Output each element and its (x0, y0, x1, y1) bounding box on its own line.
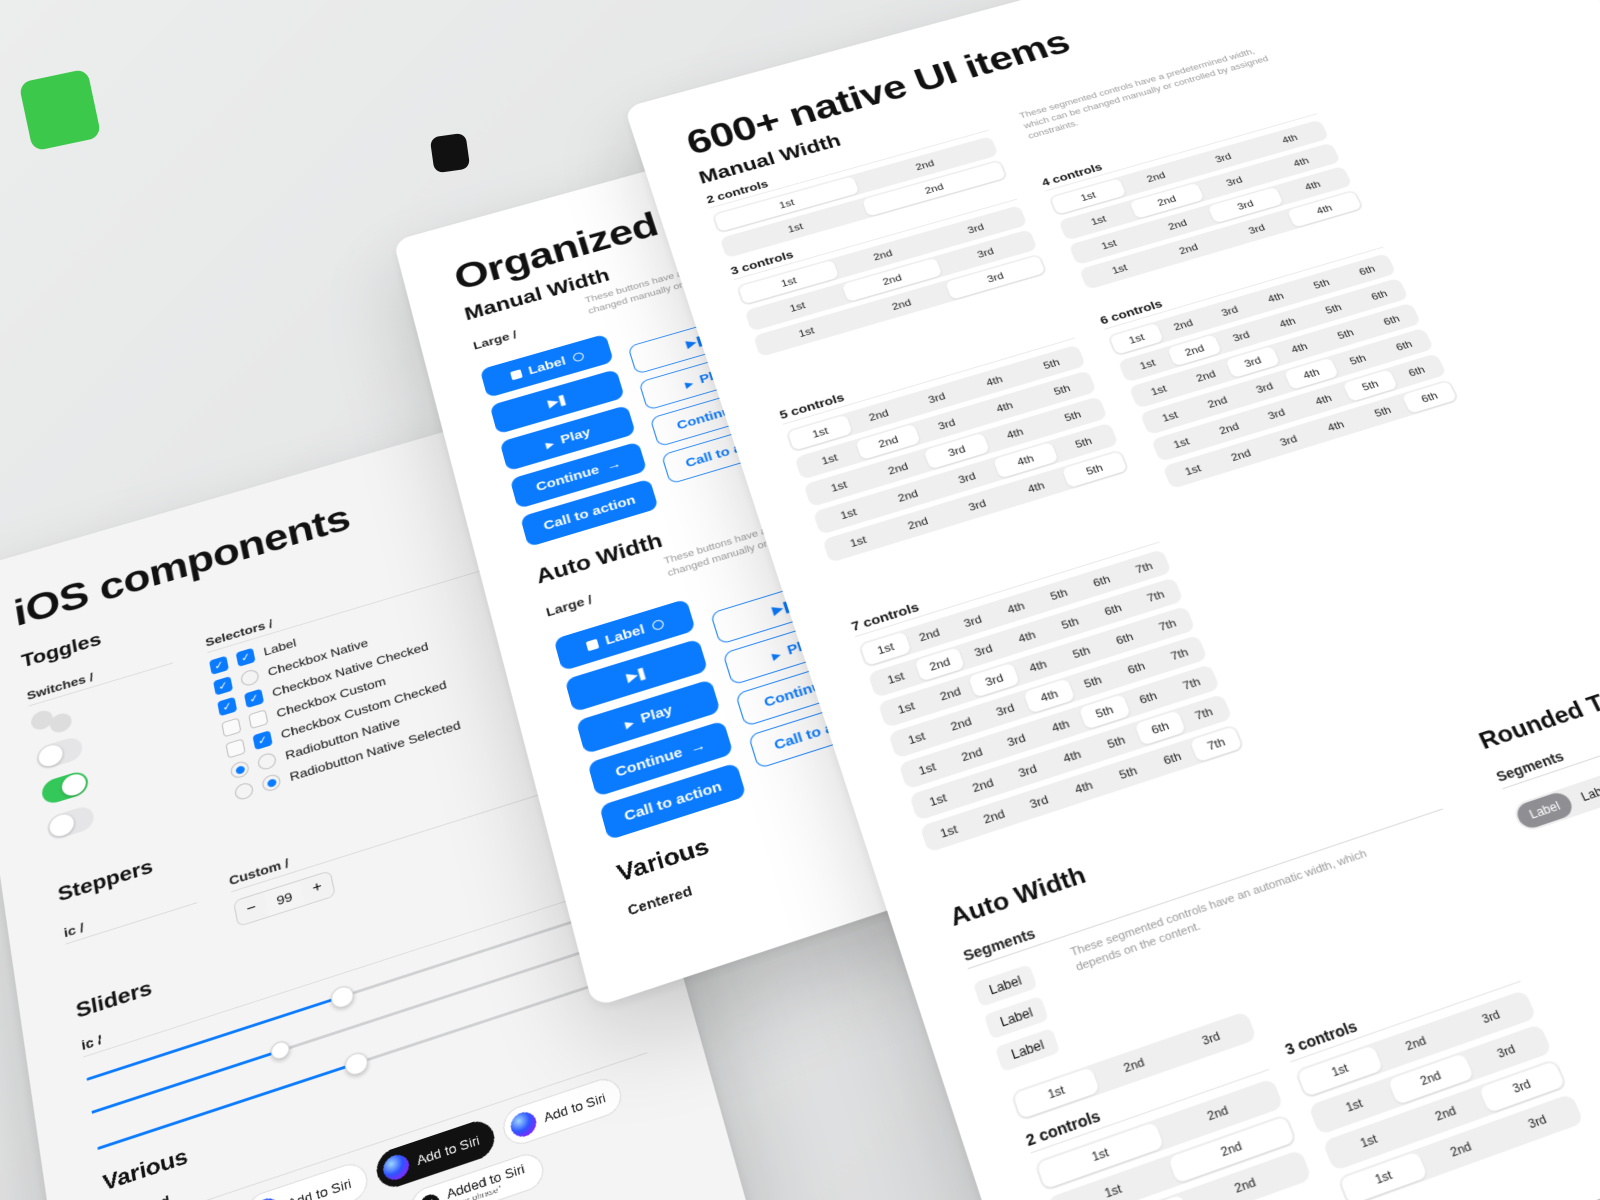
checkbox-icon (248, 709, 268, 729)
siri-orb-icon (508, 1109, 538, 1140)
play-pause-icon: ▶❚ (625, 665, 648, 684)
check-icon: ✓ (209, 656, 229, 675)
switch-on[interactable] (40, 769, 89, 806)
radio-icon (240, 668, 260, 687)
check-icon: ✓ (252, 730, 272, 750)
siri-orb-icon (381, 1152, 411, 1184)
segment-cell[interactable]: 3rd (1013, 784, 1066, 821)
segment-cell[interactable]: 2nd (968, 798, 1021, 835)
segment-cell[interactable]: 1st (891, 720, 943, 756)
segment-cell[interactable]: 1st (901, 751, 953, 787)
radio-on-icon (230, 760, 250, 780)
segment-cell[interactable]: 1st (1165, 453, 1221, 487)
segment-cell[interactable]: 3rd (1001, 753, 1054, 789)
stepper-plus[interactable]: + (300, 871, 335, 905)
segment-cell[interactable]: 6th (1088, 593, 1139, 627)
segment-cell[interactable]: 4th (1057, 769, 1110, 806)
segment-cell[interactable]: 2nd (925, 676, 977, 711)
segment-cell[interactable]: 3rd (958, 633, 1009, 667)
segment-cell[interactable]: 1st (922, 813, 975, 850)
segment-cell[interactable]: 6th (1076, 564, 1127, 597)
segment-cell[interactable]: 2nd (957, 767, 1010, 803)
segment-cell[interactable]: 7th (1178, 696, 1230, 731)
play-icon (770, 646, 782, 663)
segment-cell[interactable]: 4th (1046, 739, 1098, 775)
segment-cell[interactable]: 7th (1190, 726, 1243, 762)
segment-cell[interactable]: 3rd (947, 604, 998, 638)
switch-off[interactable] (35, 735, 84, 772)
checkbox-icon (221, 718, 241, 738)
segment-cell[interactable]: 7th (1142, 608, 1193, 642)
segment-cell[interactable]: 1st (912, 782, 965, 819)
segment-cell[interactable]: 6th (1402, 381, 1458, 414)
play-icon (623, 714, 635, 731)
circle-icon (572, 351, 585, 362)
segment-cell[interactable]: 4th (1012, 649, 1063, 684)
switch-disabled[interactable] (46, 804, 96, 842)
segment-cell[interactable]: 4th (1023, 678, 1075, 713)
segment-cell[interactable]: 5th (1355, 395, 1411, 428)
segment-cell[interactable]: 7th (1119, 551, 1169, 584)
check-icon: ✓ (244, 689, 264, 709)
segment-cell[interactable]: 4th (991, 591, 1042, 625)
segment-cell[interactable]: 5th (1034, 578, 1085, 612)
segment-cell[interactable]: 5th (1045, 606, 1096, 640)
checkbox-icon (225, 739, 245, 759)
segment-cell[interactable]: 1st (860, 631, 911, 665)
segment-cell[interactable]: 7th (1154, 637, 1206, 671)
segment-cell[interactable]: 4th (1035, 708, 1087, 744)
play-icon (683, 376, 694, 391)
segment-cell[interactable]: 3rd (969, 663, 1021, 698)
segment-cell[interactable]: 2nd (935, 706, 987, 742)
segment-cell[interactable]: 4th (1308, 410, 1364, 443)
segment-cell[interactable]: 5th (1079, 694, 1131, 729)
stepper-value: 99 (265, 886, 304, 911)
check-icon: ✓ (236, 648, 256, 667)
segment-cell[interactable]: 5th (1090, 724, 1142, 760)
play-pause-icon: ▶❚ (547, 393, 568, 410)
segment-cell[interactable]: 6th (1122, 680, 1174, 715)
radio-icon (257, 751, 277, 771)
segment-cell[interactable]: 2nd (914, 647, 965, 682)
segment-cell[interactable]: 3rd (990, 722, 1042, 758)
segment-cell[interactable]: 5th (1067, 665, 1119, 700)
radio-icon (234, 781, 255, 801)
stop-icon (585, 638, 599, 651)
check-icon: ✓ (213, 676, 233, 695)
circle-icon (651, 618, 665, 630)
slider-thumb-icon[interactable] (343, 1050, 370, 1078)
check-icon: ✓ (217, 697, 237, 717)
segment-cell[interactable]: 3rd (979, 692, 1031, 727)
segment-cell[interactable]: 6th (1099, 622, 1150, 656)
segment-cell[interactable]: 4th (1001, 620, 1052, 654)
segment-cell[interactable]: 6th (1134, 710, 1186, 746)
slider-thumb-icon[interactable] (269, 1039, 291, 1062)
segment-cell[interactable]: 2nd (1213, 438, 1269, 472)
segment-cell[interactable]: 6th (1146, 740, 1199, 776)
segment-cell[interactable]: 5th (1102, 755, 1155, 791)
radio-on-icon (261, 773, 282, 793)
play-icon (544, 436, 555, 451)
segment-cell[interactable]: 1st (880, 690, 932, 725)
slider-thumb-icon[interactable] (329, 983, 355, 1010)
segment-cell[interactable]: 2nd (946, 737, 998, 773)
stop-icon (510, 369, 523, 380)
segment-cell[interactable]: 1st (870, 661, 921, 696)
segment-cell[interactable]: 2nd (904, 618, 955, 652)
segment-cell[interactable]: 3rd (1261, 424, 1317, 457)
stepper-minus[interactable]: − (234, 892, 269, 926)
segment-cell[interactable]: 6th (1111, 651, 1163, 686)
siri-orb-icon (252, 1195, 282, 1200)
segment-cell[interactable]: 7th (1166, 666, 1218, 701)
tab-label[interactable]: Label (1513, 790, 1576, 832)
segment-cell[interactable]: 7th (1130, 580, 1181, 614)
segment-cell[interactable]: 5th (1056, 635, 1107, 669)
selector-label: Label (262, 636, 297, 658)
